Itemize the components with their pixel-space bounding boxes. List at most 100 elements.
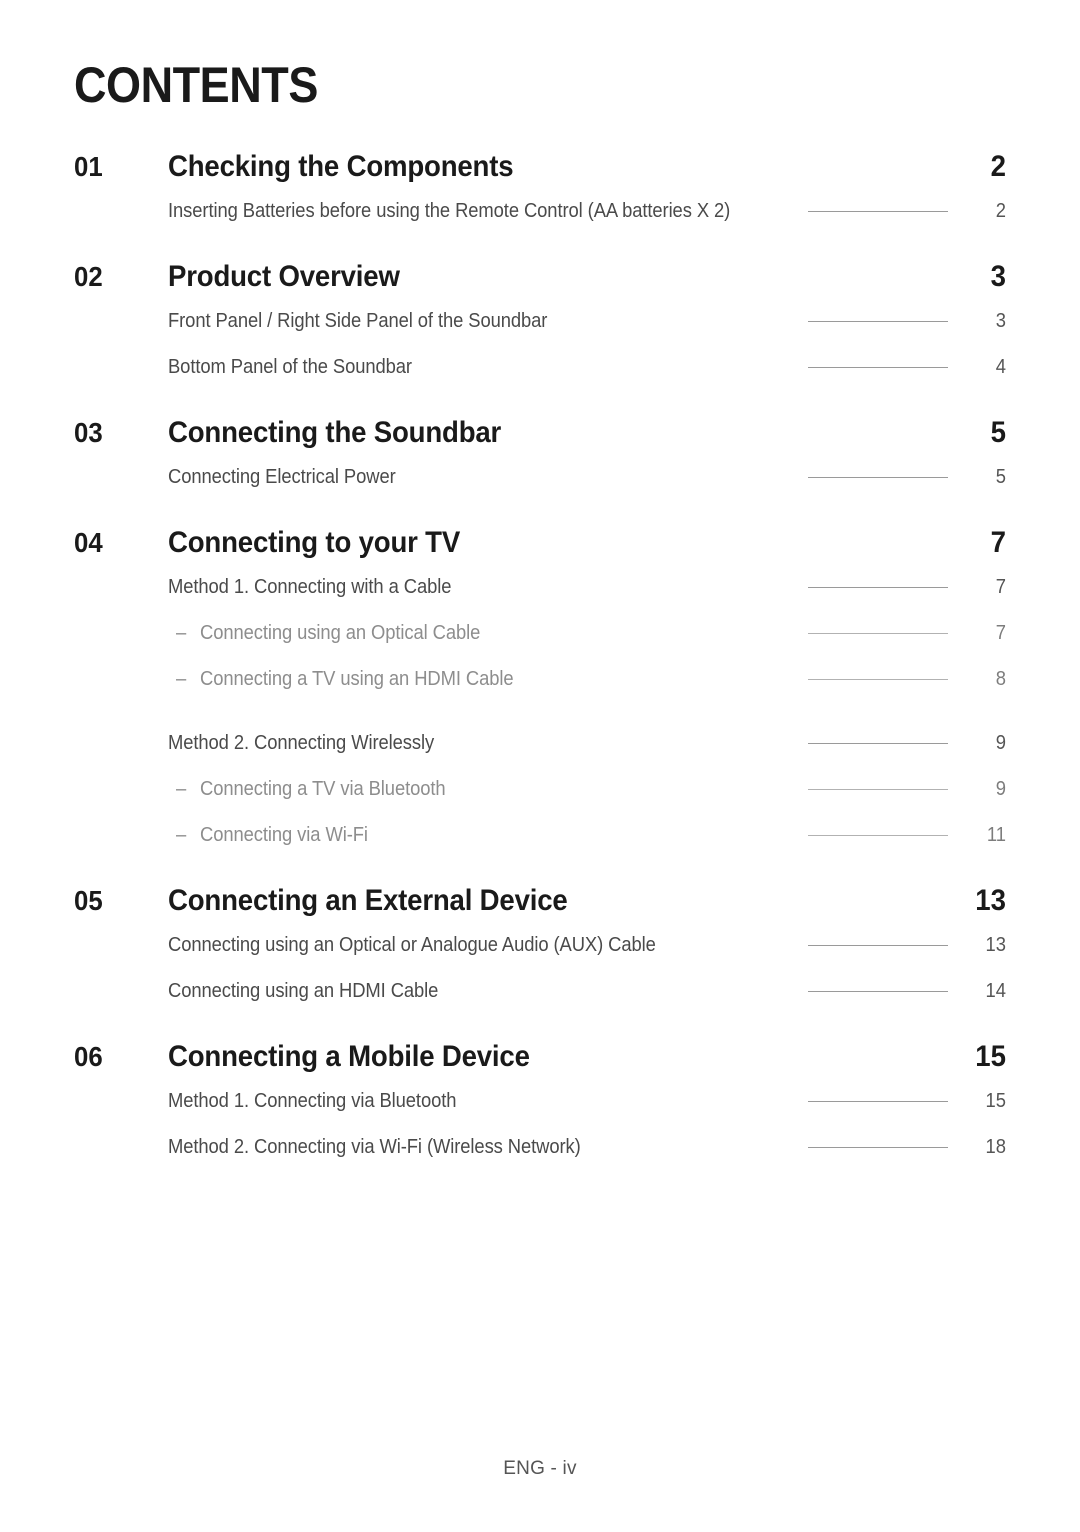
toc-entry[interactable]: – Connecting a TV via Bluetooth 9 xyxy=(0,766,1080,812)
toc-entry[interactable]: Bottom Panel of the Soundbar 4 xyxy=(0,344,1080,390)
toc-section-page-number: 7 xyxy=(990,526,1006,559)
toc-entry[interactable]: Method 2. Connecting Wirelessly 9 xyxy=(0,720,1080,766)
toc-section-page-number: 13 xyxy=(975,884,1006,917)
toc-entry-page-number: 13 xyxy=(985,933,1006,956)
toc-leader-line xyxy=(808,476,948,478)
toc-entry[interactable]: – Connecting via Wi-Fi 11 xyxy=(0,812,1080,858)
toc-section-page-number: 5 xyxy=(990,416,1006,449)
toc-section: 01 Checking the Components 2 Inserting Batt… xyxy=(0,150,1080,234)
toc-entry-label: Connecting using an Optical Cable xyxy=(200,621,481,644)
toc-entry[interactable]: Method 1. Connecting via Bluetooth 15 xyxy=(0,1078,1080,1124)
toc-entry-page-number: 3 xyxy=(995,309,1006,332)
toc-entry-page-number: 7 xyxy=(995,621,1006,644)
toc-entry[interactable]: Front Panel / Right Side Panel of the So… xyxy=(0,298,1080,344)
toc-leader-line xyxy=(808,1100,948,1102)
toc-section-header[interactable]: 02 Product Overview 3 xyxy=(0,260,1080,294)
toc-section: 04 Connecting to your TV 7 Method 1. Connec… xyxy=(0,526,1080,858)
toc-leader-line xyxy=(808,944,948,946)
toc-entry-label-wrap: Inserting Batteries before using the Rem… xyxy=(74,200,779,223)
toc-section-title: Connecting an External Device xyxy=(168,884,568,917)
toc-entry-page-number: 11 xyxy=(986,823,1006,846)
toc-entry-label-wrap: Method 1. Connecting via Bluetooth xyxy=(74,1090,481,1113)
toc-entry-label: Method 1. Connecting with a Cable xyxy=(168,575,452,598)
toc-leader-line xyxy=(808,742,948,744)
toc-entry-label: Connecting a TV via Bluetooth xyxy=(200,777,446,800)
toc-section-number: 02 xyxy=(74,261,103,292)
toc-entry-label: Method 2. Connecting Wirelessly xyxy=(168,731,435,754)
toc-section: 02 Product Overview 3 Front Panel / Right S… xyxy=(0,260,1080,390)
toc-entry-label: Connecting Electrical Power xyxy=(168,465,396,488)
toc-entry-label-wrap: – Connecting via Wi-Fi xyxy=(74,824,383,847)
toc-entry-page-number: 14 xyxy=(985,979,1006,1002)
toc-entry-label-wrap: Connecting Electrical Power xyxy=(74,466,415,489)
toc-entry-label-wrap: – Connecting a TV via Bluetooth xyxy=(74,778,467,801)
toc-entry-label-wrap: Method 1. Connecting with a Cable xyxy=(74,576,476,599)
toc-entry[interactable]: Method 1. Connecting with a Cable 7 xyxy=(0,564,1080,610)
toc-entry-label: Front Panel / Right Side Panel of the So… xyxy=(168,309,548,332)
toc-entry-page-number: 4 xyxy=(995,355,1006,378)
dash-bullet-icon: – xyxy=(176,823,187,846)
toc-leader-line xyxy=(808,632,948,634)
toc-entry-label-wrap: Connecting using an Optical or Analogue … xyxy=(74,934,698,957)
toc-entry[interactable]: Connecting using an HDMI Cable 14 xyxy=(0,968,1080,1014)
toc-entry[interactable]: Inserting Batteries before using the Rem… xyxy=(0,188,1080,234)
toc-section-page-number: 3 xyxy=(990,260,1006,293)
toc-entry[interactable]: Connecting using an Optical or Analogue … xyxy=(0,922,1080,968)
toc-section-number: 04 xyxy=(74,527,103,558)
toc-entry-label: Connecting via Wi-Fi xyxy=(200,823,368,846)
toc-section-header[interactable]: 05 Connecting an External Device 13 xyxy=(0,884,1080,918)
toc-leader-line xyxy=(808,1146,948,1148)
toc-entry-label-wrap: Front Panel / Right Side Panel of the So… xyxy=(74,310,580,333)
toc-entry-page-number: 18 xyxy=(985,1135,1006,1158)
toc-section-title: Product Overview xyxy=(168,260,400,293)
toc-section-header[interactable]: 06 Connecting a Mobile Device 15 xyxy=(0,1040,1080,1074)
toc-entry[interactable]: – Connecting using an Optical Cable 7 xyxy=(0,610,1080,656)
toc-section-page-number: 15 xyxy=(975,1040,1006,1073)
toc-entry[interactable]: – Connecting a TV using an HDMI Cable 8 xyxy=(0,656,1080,702)
toc-entry-page-number: 5 xyxy=(995,465,1006,488)
toc-section-header[interactable]: 04 Connecting to your TV 7 xyxy=(0,526,1080,560)
toc-section: 06 Connecting a Mobile Device 15 Method 1. … xyxy=(0,1040,1080,1170)
dash-bullet-icon: – xyxy=(176,777,187,800)
toc-entry-page-number: 2 xyxy=(995,199,1006,222)
toc-entry[interactable]: Method 2. Connecting via Wi-Fi (Wireless… xyxy=(0,1124,1080,1170)
toc-section-title: Connecting to your TV xyxy=(168,526,461,559)
toc-entry-label-wrap: Connecting using an HDMI Cable xyxy=(74,980,462,1003)
toc-entry-label-wrap: Method 2. Connecting via Wi-Fi (Wireless… xyxy=(74,1136,617,1159)
toc-section-header[interactable]: 03 Connecting the Soundbar 5 xyxy=(0,416,1080,450)
toc-entry-label: Bottom Panel of the Soundbar xyxy=(168,355,412,378)
toc-section: 03 Connecting the Soundbar 5 Connecting Ele… xyxy=(0,416,1080,500)
toc-entry[interactable]: Connecting Electrical Power 5 xyxy=(0,454,1080,500)
page-footer: ENG - iv xyxy=(503,1458,577,1479)
toc-section-title: Connecting a Mobile Device xyxy=(168,1040,530,1073)
toc-leader-line xyxy=(808,366,948,368)
toc-section-number: 01 xyxy=(74,151,103,182)
toc-entry-label: Connecting a TV using an HDMI Cable xyxy=(200,667,514,690)
toc-section-page-number: 2 xyxy=(990,150,1006,183)
table-of-contents: 01 Checking the Components 2 Inserting Batt… xyxy=(0,150,1080,1170)
toc-section: 05 Connecting an External Device 13 Connect… xyxy=(0,884,1080,1014)
toc-leader-line xyxy=(808,586,948,588)
dash-bullet-icon: – xyxy=(176,621,187,644)
toc-leader-line xyxy=(808,990,948,992)
toc-entry-label-wrap: Method 2. Connecting Wirelessly xyxy=(74,732,457,755)
toc-leader-line xyxy=(808,210,948,212)
toc-entry-page-number: 8 xyxy=(995,667,1006,690)
toc-entry-label: Connecting using an Optical or Analogue … xyxy=(168,933,656,956)
contents-page: CONTENTS 01 Checking the Components 2 Inser… xyxy=(0,0,1080,1532)
toc-leader-line xyxy=(808,678,948,680)
toc-entry-label: Method 1. Connecting via Bluetooth xyxy=(168,1089,457,1112)
toc-entry-label-wrap: – Connecting a TV using an HDMI Cable xyxy=(74,668,541,691)
toc-section-number: 05 xyxy=(74,885,103,916)
dash-bullet-icon: – xyxy=(176,667,187,690)
toc-entry-label: Inserting Batteries before using the Rem… xyxy=(168,199,731,222)
toc-entry-page-number: 9 xyxy=(995,777,1006,800)
toc-entry-label-wrap: Bottom Panel of the Soundbar xyxy=(74,356,433,379)
page-title: CONTENTS xyxy=(74,57,318,113)
toc-entry-page-number: 7 xyxy=(995,575,1006,598)
toc-section-header[interactable]: 01 Checking the Components 2 xyxy=(0,150,1080,184)
toc-section-number: 03 xyxy=(74,417,103,448)
toc-leader-line xyxy=(808,834,948,836)
toc-leader-line xyxy=(808,320,948,322)
toc-section-title: Checking the Components xyxy=(168,150,514,183)
